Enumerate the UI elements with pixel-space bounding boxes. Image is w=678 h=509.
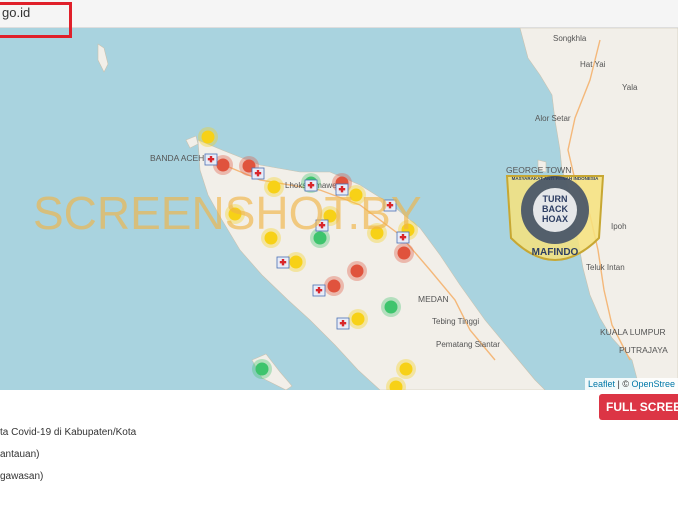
marker-green[interactable] [252, 359, 272, 379]
stamp-line3: HOAX [542, 214, 568, 224]
legend-line-2: antauan) [0, 449, 40, 460]
hospital-icon[interactable] [251, 167, 265, 180]
map-label: Ipoh [611, 222, 627, 231]
map-label: BANDA ACEH [150, 153, 204, 163]
map-label: Songkhla [553, 34, 587, 43]
watermark-text: SCREENSHOT.BY [33, 187, 422, 239]
map-attribution: Leaflet | © OpenStree [584, 378, 678, 390]
attribution-separator: | © [614, 379, 632, 389]
stamp-line2: BACK [542, 204, 568, 214]
map-label: PUTRAJAYA [619, 345, 668, 355]
marker-yellow[interactable] [396, 359, 416, 379]
map-label: KUALA LUMPUR [600, 327, 666, 337]
legend-line-3: gawasan) [0, 471, 44, 482]
hospital-icon[interactable] [276, 256, 290, 269]
marker-red[interactable] [394, 243, 414, 263]
marker-red[interactable] [347, 261, 367, 281]
map-label: Hat Yai [580, 60, 606, 69]
stamp-bottom: MAFINDO [532, 247, 579, 258]
map-label: GEORGE TOWN [506, 165, 571, 175]
map-label: Tebing Tinggi [432, 317, 479, 326]
marker-green[interactable] [381, 297, 401, 317]
hospital-icon[interactable] [336, 317, 350, 330]
map-label: Yala [622, 83, 638, 92]
legend-line-1: ta Covid-19 di Kabupaten/Kota [0, 427, 137, 438]
marker-yellow[interactable] [198, 127, 218, 147]
full-screen-button[interactable]: FULL SCREEN [599, 394, 678, 420]
map-label: Alor Setar [535, 114, 571, 123]
map-svg[interactable]: Songkhla Hat Yai Yala Alor Setar GEORGE TOWN… [0, 28, 678, 390]
marker-red[interactable] [324, 276, 344, 296]
map-view[interactable]: Songkhla Hat Yai Yala Alor Setar GEORGE TOWN… [0, 28, 678, 390]
legend: ta Covid-19 di Kabupaten/Kota antauan) g… [0, 426, 136, 492]
island-langkawi [97, 43, 109, 73]
marker-yellow[interactable] [348, 309, 368, 329]
osm-link[interactable]: OpenStree [631, 379, 675, 389]
hospital-icon[interactable] [204, 153, 218, 166]
address-bar[interactable]: go.id [0, 0, 678, 28]
highlight-box [0, 2, 72, 38]
island-weh [185, 135, 199, 149]
map-label: Teluk Intan [586, 263, 625, 272]
map-label: Pematang Siantar [436, 340, 500, 349]
stamp-ring-text: MASYARAKAT ANTI FITNAH INDONESIA [512, 176, 600, 181]
mafindo-stamp: TURN BACK HOAX MASYARAKAT ANTI FITNAH IN… [505, 175, 605, 261]
map-label: MEDAN [418, 294, 449, 304]
leaflet-link[interactable]: Leaflet [588, 379, 615, 389]
stamp-line1: TURN [543, 194, 568, 204]
land-sumatra [197, 139, 546, 390]
hospital-icon[interactable] [312, 284, 326, 297]
